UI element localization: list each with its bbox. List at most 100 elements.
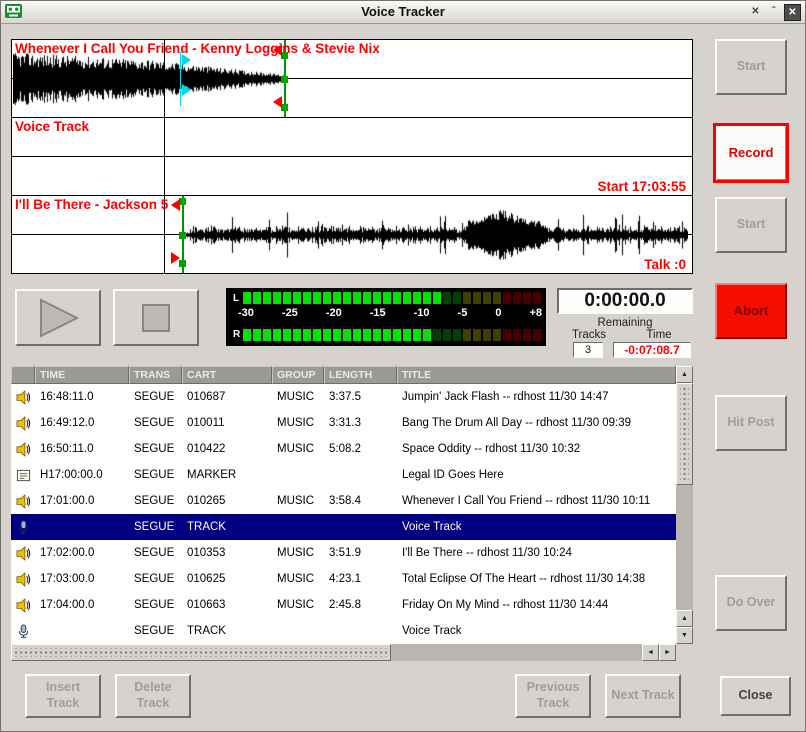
log-column-header[interactable]: GROUP [272, 366, 324, 384]
cell-trans: SEGUE [129, 495, 182, 507]
marker-handle[interactable] [281, 104, 288, 111]
marker-handle[interactable] [179, 260, 186, 267]
scroll-down-button[interactable]: ▼ [676, 627, 693, 644]
speaker-icon [11, 572, 35, 587]
log-row[interactable]: 17:01:00.0SEGUE010265MUSIC3:58.4Whenever… [11, 488, 676, 514]
close-button[interactable]: Close [720, 676, 791, 716]
marker-handle[interactable] [281, 52, 288, 59]
segue-marker-line[interactable] [180, 52, 181, 106]
cell-length: 2:45.8 [324, 599, 397, 611]
meter-segment [523, 292, 531, 304]
shade-icon[interactable]: ˆ [766, 4, 781, 19]
iconify-icon[interactable]: ✕ [748, 4, 763, 19]
log-row[interactable]: 16:49:12.0SEGUE010011MUSIC3:31.3Bang The… [11, 410, 676, 436]
meter-segment [423, 292, 431, 304]
log-column-header[interactable]: TITLE [397, 366, 676, 384]
log-table: TIMETRANSCARTGROUPLENGTHTITLE 16:48:11.0… [11, 366, 693, 661]
meter-segment [403, 292, 411, 304]
start-button-top[interactable]: Start [715, 39, 787, 95]
titlebar: Voice Tracker ✕ ˆ ✕ [1, 1, 805, 24]
record-button[interactable]: Record [713, 123, 789, 183]
meter-segment [393, 292, 401, 304]
segue-marker-handle-icon[interactable] [182, 54, 191, 66]
horizontal-scroll-thumb[interactable] [11, 644, 391, 661]
meter-right-label: R [233, 329, 240, 340]
log-row[interactable]: 16:50:11.0SEGUE010422MUSIC5:08.2Space Od… [11, 436, 676, 462]
meter-segment [373, 329, 381, 341]
log-horizontal-scrollbar[interactable]: ◄ ► [11, 644, 676, 661]
cell-group: MUSIC [272, 495, 324, 507]
previous-track-button[interactable]: Previous Track [515, 674, 591, 718]
fade-marker-icon[interactable] [273, 44, 282, 56]
log-column-header[interactable]: LENGTH [324, 366, 397, 384]
close-icon[interactable]: ✕ [784, 4, 801, 21]
meter-segment [243, 292, 251, 304]
cell-time: 16:48:11.0 [35, 391, 129, 403]
abort-button[interactable]: Abort [715, 283, 787, 339]
log-row[interactable]: SEGUETRACKVoice Track [11, 514, 676, 540]
next-track-button[interactable]: Next Track [605, 674, 681, 718]
log-column-header[interactable] [11, 366, 35, 384]
cell-cart: 010422 [182, 443, 272, 455]
track1-waveform-panel[interactable]: Whenever I Call You Friend - Kenny Loggi… [11, 39, 693, 118]
scale-tick: -30 [238, 307, 254, 319]
meter-segment [273, 329, 281, 341]
meter-segment [463, 292, 471, 304]
cell-title: Jumpin' Jack Flash -- rdhost 11/30 14:47 [397, 391, 676, 403]
scroll-up-button[interactable]: ▲ [676, 366, 693, 383]
hit-post-button[interactable]: Hit Post [715, 395, 787, 451]
cell-time: 17:03:00.0 [35, 573, 129, 585]
log-row[interactable]: 17:03:00.0SEGUE010625MUSIC4:23.1Total Ec… [11, 566, 676, 592]
log-column-header[interactable]: CART [182, 366, 272, 384]
log-row[interactable]: 17:04:00.0SEGUE010663MUSIC2:45.8Friday O… [11, 592, 676, 618]
do-over-button[interactable]: Do Over [715, 575, 787, 631]
delete-track-button[interactable]: Delete Track [115, 674, 191, 718]
log-row[interactable]: 17:02:00.0SEGUE010353MUSIC3:51.9I'll Be … [11, 540, 676, 566]
log-vertical-scrollbar[interactable]: ▲ ▲ ▼ [676, 366, 693, 644]
cell-cart: TRACK [182, 625, 272, 637]
fade-marker-icon[interactable] [273, 96, 282, 108]
cell-trans: SEGUE [129, 521, 182, 533]
marker-handle[interactable] [179, 198, 186, 205]
remaining-time-value: -0:07:08.7 [613, 342, 691, 358]
window-title: Voice Tracker [1, 4, 805, 19]
cell-title: Whenever I Call You Friend -- rdhost 11/… [397, 495, 676, 507]
meter-left-label: L [233, 293, 239, 304]
insert-track-button[interactable]: Insert Track [25, 674, 101, 718]
meter-segment [513, 292, 521, 304]
scroll-left-button[interactable]: ◄ [642, 644, 659, 661]
track1-waveform [13, 49, 284, 109]
segue-marker-handle-icon[interactable] [182, 84, 191, 96]
meter-segment [293, 292, 301, 304]
cell-cart: 010663 [182, 599, 272, 611]
vertical-scroll-thumb[interactable] [676, 383, 693, 485]
track3-waveform-panel[interactable]: I'll Be There - Jackson 5 Talk :0 [11, 195, 693, 274]
marker-handle[interactable] [281, 76, 288, 83]
scroll-up-button[interactable]: ▲ [676, 610, 693, 627]
log-row[interactable]: 16:48:11.0SEGUE010687MUSIC3:37.5Jumpin' … [11, 384, 676, 410]
meter-segment [303, 292, 311, 304]
log-column-header[interactable]: TIME [35, 366, 129, 384]
marker-handle[interactable] [179, 232, 186, 239]
meter-segment [453, 329, 461, 341]
meter-segment [393, 329, 401, 341]
log-row[interactable]: SEGUETRACKVoice Track [11, 618, 676, 644]
cell-length: 3:37.5 [324, 391, 397, 403]
voice-track-waveform-panel[interactable]: Voice Track Start 17:03:55 [11, 117, 693, 196]
log-row[interactable]: H17:00:00.0SEGUEMARKERLegal ID Goes Here [11, 462, 676, 488]
cell-time: 17:02:00.0 [35, 547, 129, 559]
fade-marker-icon[interactable] [171, 252, 180, 264]
play-button[interactable] [15, 289, 101, 346]
cell-cart: MARKER [182, 469, 272, 481]
cell-title: Bang The Drum All Day -- rdhost 11/30 09… [397, 417, 676, 429]
meter-segment [413, 329, 421, 341]
scroll-right-button[interactable]: ► [659, 644, 676, 661]
fade-marker-icon[interactable] [171, 199, 180, 211]
scale-tick: -5 [458, 307, 468, 319]
stop-button[interactable] [113, 289, 199, 346]
meter-segment [533, 329, 541, 341]
log-column-header[interactable]: TRANS [129, 366, 182, 384]
start-button-bottom[interactable]: Start [715, 197, 787, 253]
meter-segment [493, 329, 501, 341]
meter-segment [533, 292, 541, 304]
